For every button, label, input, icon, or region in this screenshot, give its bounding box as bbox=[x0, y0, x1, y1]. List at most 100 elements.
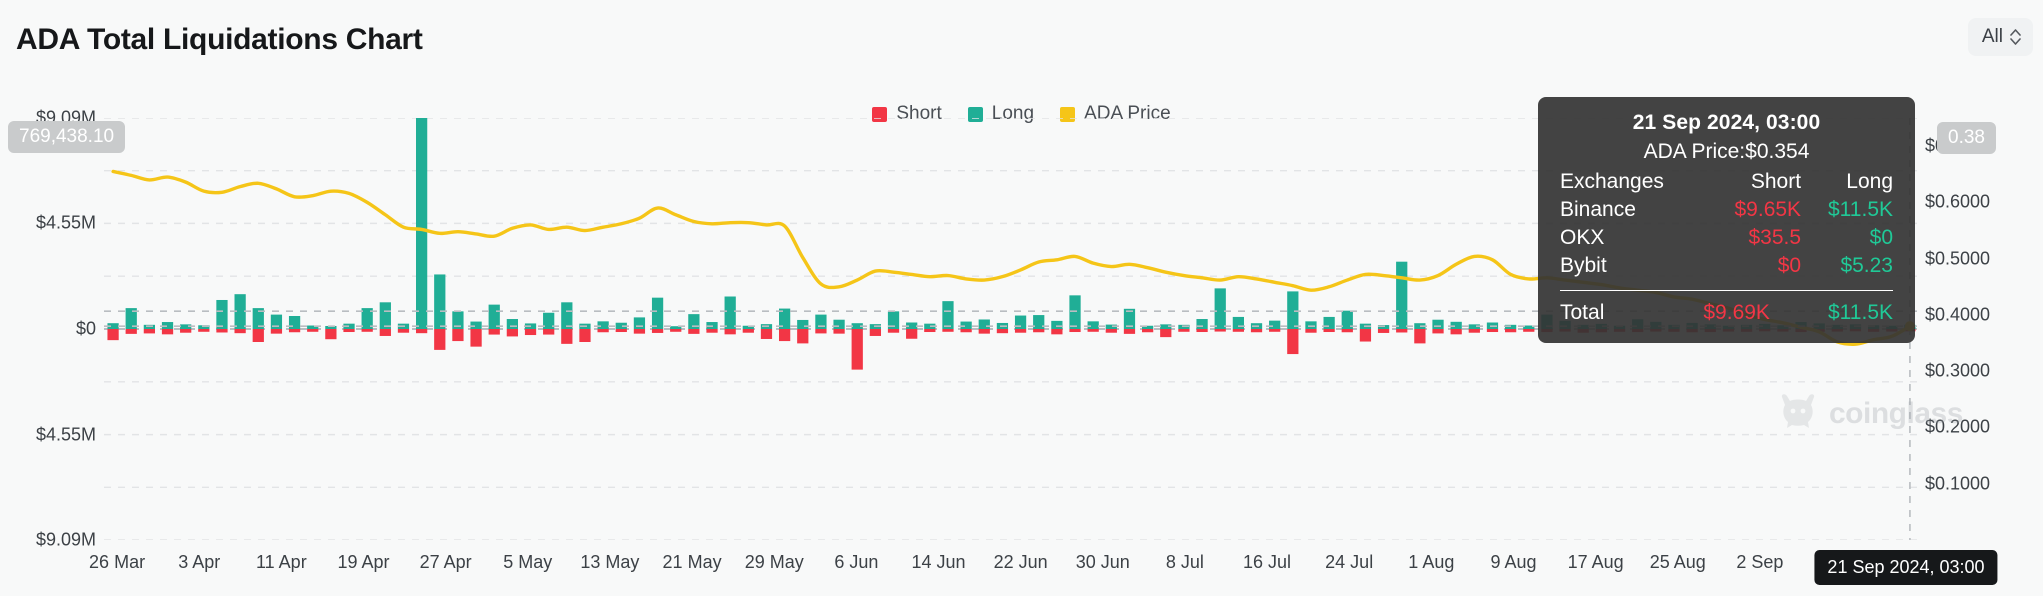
bar-short[interactable] bbox=[1342, 329, 1353, 332]
bar-short[interactable] bbox=[452, 329, 463, 341]
bar-long[interactable] bbox=[1069, 295, 1080, 329]
bar-long[interactable] bbox=[1287, 291, 1298, 329]
bar-short[interactable] bbox=[761, 329, 772, 339]
bar-long[interactable] bbox=[979, 319, 990, 329]
bar-short[interactable] bbox=[1378, 329, 1389, 333]
bar-short[interactable] bbox=[1432, 329, 1443, 333]
bar-short[interactable] bbox=[597, 329, 608, 332]
bar-long[interactable] bbox=[1196, 319, 1207, 329]
bar-short[interactable] bbox=[1487, 329, 1498, 332]
bar-short[interactable] bbox=[489, 329, 500, 335]
bar-short[interactable] bbox=[416, 329, 427, 333]
bar-short[interactable] bbox=[1323, 329, 1334, 332]
bar-long[interactable] bbox=[470, 322, 481, 329]
bar-short[interactable] bbox=[1233, 329, 1244, 332]
bar-short[interactable] bbox=[1196, 329, 1207, 332]
bar-short[interactable] bbox=[852, 329, 863, 370]
bar-short[interactable] bbox=[670, 329, 681, 332]
bar-short[interactable] bbox=[162, 329, 173, 334]
bar-short[interactable] bbox=[1414, 329, 1425, 343]
bar-short[interactable] bbox=[198, 329, 209, 332]
bar-long[interactable] bbox=[507, 319, 518, 329]
bar-short[interactable] bbox=[888, 329, 899, 333]
bar-long[interactable] bbox=[380, 302, 391, 329]
bar-long[interactable] bbox=[1088, 321, 1099, 329]
bar-long[interactable] bbox=[489, 305, 500, 329]
bar-short[interactable] bbox=[725, 329, 736, 334]
bar-long[interactable] bbox=[597, 321, 608, 329]
bar-short[interactable] bbox=[507, 329, 518, 336]
bar-short[interactable] bbox=[1505, 329, 1516, 332]
bar-short[interactable] bbox=[180, 329, 191, 333]
bar-long[interactable] bbox=[833, 320, 844, 329]
bar-short[interactable] bbox=[216, 329, 227, 332]
bar-short[interactable] bbox=[1451, 329, 1462, 334]
bar-short[interactable] bbox=[779, 329, 790, 341]
bar-short[interactable] bbox=[979, 329, 990, 334]
bar-short[interactable] bbox=[1269, 329, 1280, 332]
bar-short[interactable] bbox=[1287, 329, 1298, 354]
bar-short[interactable] bbox=[434, 329, 445, 350]
bar-long[interactable] bbox=[216, 300, 227, 329]
bar-short[interactable] bbox=[289, 329, 300, 332]
bar-short[interactable] bbox=[561, 329, 572, 344]
bar-long[interactable] bbox=[1233, 317, 1244, 329]
bar-short[interactable] bbox=[942, 329, 953, 332]
bar-short[interactable] bbox=[652, 329, 663, 333]
bar-short[interactable] bbox=[1523, 329, 1534, 332]
bar-short[interactable] bbox=[543, 329, 554, 335]
bar-short[interactable] bbox=[1106, 329, 1117, 333]
bar-short[interactable] bbox=[797, 329, 808, 343]
bar-short[interactable] bbox=[325, 329, 336, 339]
bar-long[interactable] bbox=[1432, 320, 1443, 329]
bar-short[interactable] bbox=[924, 329, 935, 332]
bar-short[interactable] bbox=[470, 329, 481, 347]
bar-short[interactable] bbox=[634, 329, 645, 334]
bar-short[interactable] bbox=[688, 329, 699, 334]
bar-long[interactable] bbox=[1323, 317, 1334, 329]
bar-short[interactable] bbox=[1360, 329, 1371, 342]
bar-short[interactable] bbox=[307, 329, 318, 332]
bar-short[interactable] bbox=[1215, 329, 1226, 332]
bar-long[interactable] bbox=[289, 316, 300, 329]
bar-long[interactable] bbox=[434, 274, 445, 329]
bar-short[interactable] bbox=[234, 329, 245, 333]
bar-short[interactable] bbox=[380, 329, 391, 336]
bar-short[interactable] bbox=[107, 329, 118, 340]
bar-long[interactable] bbox=[634, 317, 645, 329]
bar-short[interactable] bbox=[706, 329, 717, 333]
bar-short[interactable] bbox=[1069, 329, 1080, 332]
bar-short[interactable] bbox=[144, 329, 155, 333]
bar-short[interactable] bbox=[1178, 329, 1189, 332]
bar-short[interactable] bbox=[997, 329, 1008, 333]
bar-long[interactable] bbox=[652, 298, 663, 329]
bar-short[interactable] bbox=[271, 329, 282, 334]
range-selector[interactable]: All bbox=[1968, 18, 2033, 56]
bar-short[interactable] bbox=[1251, 329, 1262, 332]
bar-short[interactable] bbox=[1160, 329, 1171, 337]
bar-short[interactable] bbox=[870, 329, 881, 336]
bar-short[interactable] bbox=[525, 329, 536, 335]
bar-long[interactable] bbox=[725, 297, 736, 329]
bar-long[interactable] bbox=[942, 301, 953, 329]
bar-long[interactable] bbox=[561, 302, 572, 329]
bar-short[interactable] bbox=[906, 329, 917, 339]
bar-short[interactable] bbox=[579, 329, 590, 342]
bar-short[interactable] bbox=[960, 329, 971, 332]
bar-short[interactable] bbox=[398, 329, 409, 333]
bar-long[interactable] bbox=[1051, 321, 1062, 329]
bar-short[interactable] bbox=[743, 329, 754, 333]
bar-short[interactable] bbox=[343, 329, 354, 332]
bar-short[interactable] bbox=[1142, 329, 1153, 332]
bar-short[interactable] bbox=[1088, 329, 1099, 332]
bar-long[interactable] bbox=[1305, 321, 1316, 329]
bar-long[interactable] bbox=[1215, 288, 1226, 329]
bar-long[interactable] bbox=[960, 322, 971, 329]
bar-short[interactable] bbox=[362, 329, 373, 332]
bar-short[interactable] bbox=[616, 329, 627, 332]
bar-short[interactable] bbox=[126, 329, 137, 334]
bar-short[interactable] bbox=[1051, 329, 1062, 334]
bar-short[interactable] bbox=[1124, 329, 1135, 334]
bar-short[interactable] bbox=[815, 329, 826, 333]
bar-long[interactable] bbox=[1396, 262, 1407, 329]
